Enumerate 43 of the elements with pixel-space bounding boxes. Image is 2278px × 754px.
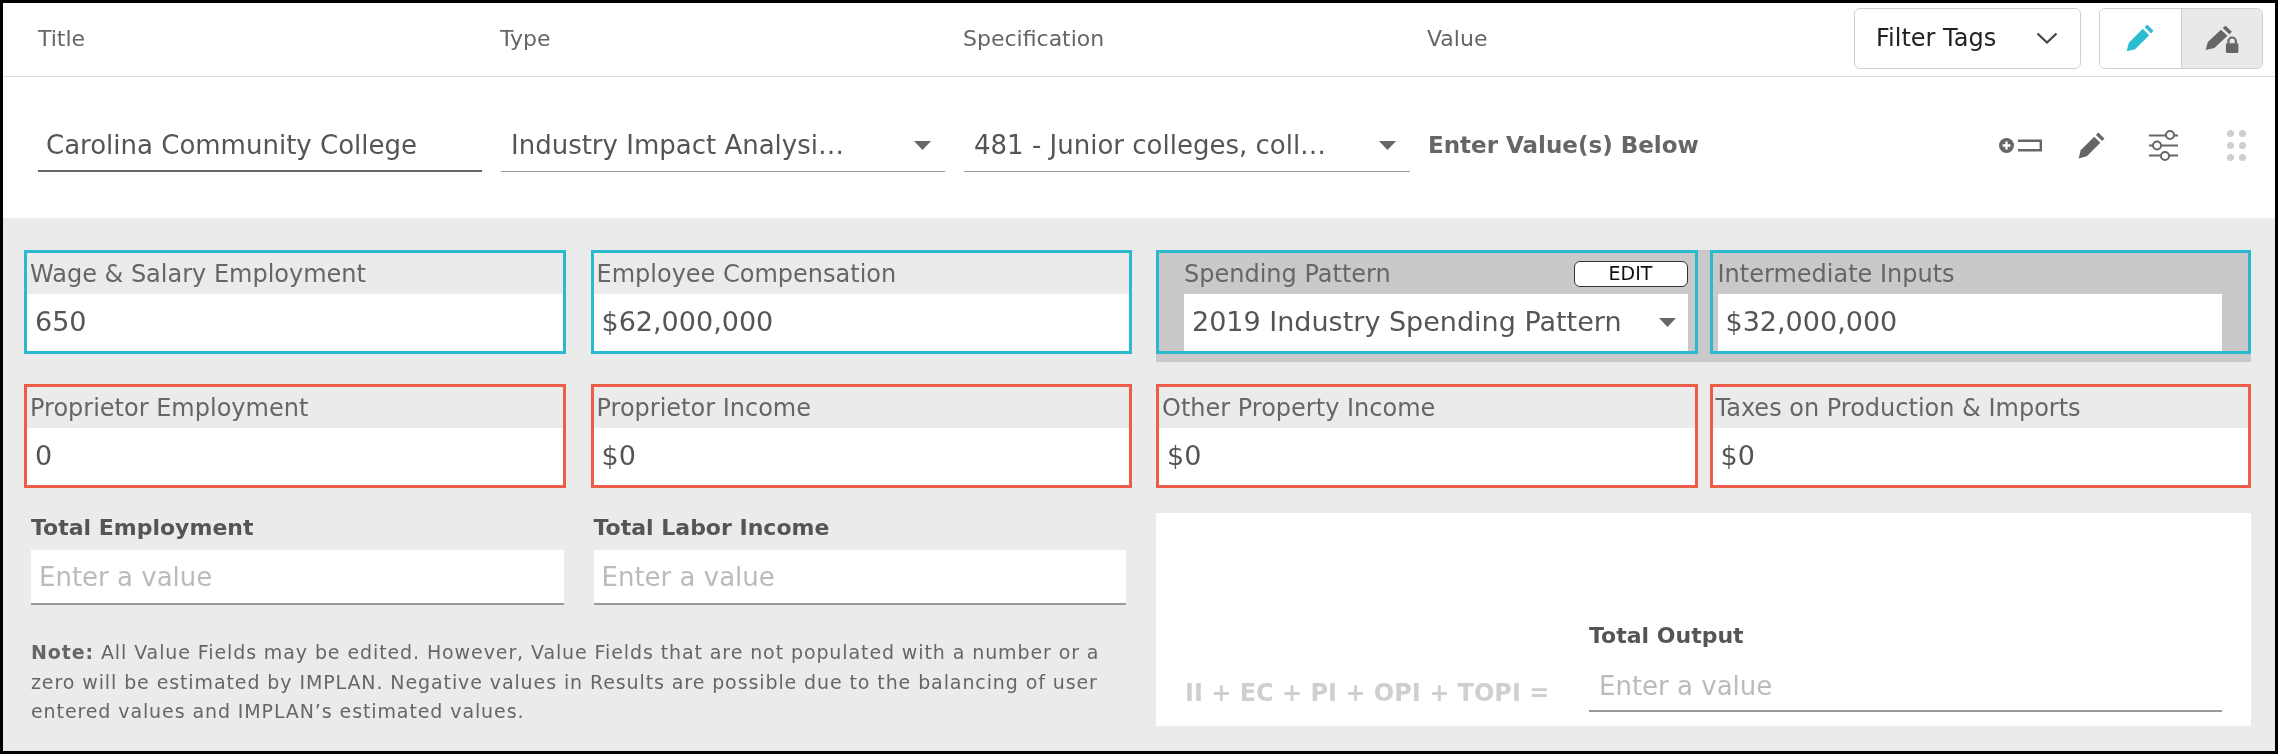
pencil-icon[interactable] <box>2078 132 2105 159</box>
value-input[interactable]: 0 <box>27 428 563 485</box>
total-label: Total Labor Income <box>593 514 830 542</box>
value-input[interactable]: $32,000,000 <box>1717 294 2222 351</box>
specification-dropdown[interactable]: 481 - Junior colleges, coll… <box>964 119 1410 172</box>
total-input[interactable]: Enter a value <box>31 550 564 605</box>
pencil-lock-icon[interactable] <box>2204 23 2239 53</box>
field-label: Proprietor Income <box>596 392 811 424</box>
value-input[interactable]: $62,000,000 <box>593 294 1129 351</box>
field-label: Proprietor Employment <box>30 392 309 424</box>
caret-down-icon <box>1379 140 1396 150</box>
column-header: Specification <box>963 25 1105 51</box>
value-input[interactable]: 650 <box>27 294 563 351</box>
filter-tags-dropdown[interactable]: Filter Tags <box>1854 7 2081 69</box>
total-label: Total Employment <box>31 514 254 542</box>
column-header: Type <box>500 25 551 51</box>
field-label: Other Property Income <box>1162 392 1436 424</box>
spending-pattern-dropdown[interactable]: 2019 Industry Spending Pattern <box>1184 294 1688 351</box>
column-header: Value <box>1427 25 1488 51</box>
type-dropdown[interactable]: Industry Impact Analysi… <box>501 119 945 172</box>
field-label: Taxes on Production & Imports <box>1715 392 2081 424</box>
total-output-input[interactable]: Enter a value <box>1589 661 2222 712</box>
sliders-icon[interactable] <box>2149 130 2178 161</box>
edit-button[interactable]: EDIT <box>1573 260 1688 287</box>
column-header: Title <box>38 25 86 51</box>
caret-down-icon <box>914 140 931 150</box>
locked-mode-button[interactable] <box>2180 8 2262 68</box>
drag-handle-icon[interactable] <box>2227 130 2246 161</box>
value-input[interactable]: $0 <box>1159 428 1695 485</box>
total-output-label: Total Output <box>1589 622 1744 650</box>
field-label: Intermediate Inputs <box>1717 258 1955 290</box>
chevron-down-icon <box>2036 32 2058 44</box>
field-label: Spending Pattern <box>1184 258 1391 290</box>
total-input[interactable]: Enter a value <box>593 550 1126 605</box>
field-label: Wage & Salary Employment <box>30 258 366 290</box>
caret-down-icon <box>1658 318 1676 327</box>
value-input[interactable]: $0 <box>593 428 1129 485</box>
value-input[interactable]: $0 <box>1712 428 2248 485</box>
title-input[interactable]: Carolina Community College <box>38 119 482 172</box>
field-label: Employee Compensation <box>596 258 897 290</box>
value-hint: Enter Value(s) Below <box>1428 131 1699 161</box>
note-text: Note: All Value Fields may be edited. However, Value Fields that are not populated with a number or a zero will be estimated by IMPLAN. Negative values in Results are possible due to the balancing of user entered values and IMPLAN’s estimated values. <box>31 640 1101 724</box>
add-field-icon[interactable] <box>1999 138 2042 153</box>
